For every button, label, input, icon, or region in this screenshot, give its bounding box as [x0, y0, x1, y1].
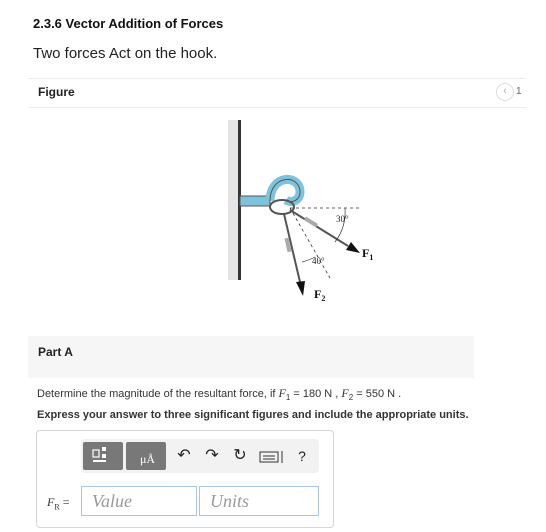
angle-40-label: 40°	[312, 256, 325, 266]
keyboard-button[interactable]	[257, 443, 287, 469]
svg-text:μÅ: μÅ	[140, 452, 155, 466]
part-a-header: Part A	[28, 336, 474, 378]
figure-label: Figure	[38, 85, 75, 99]
redo-button[interactable]: ↷	[199, 443, 225, 469]
instruction-text: Express your answer to three significant…	[37, 409, 469, 421]
question-text: Determine the magnitude of the resultant…	[37, 386, 402, 403]
hook-ring	[269, 199, 295, 215]
f1-label: F1	[362, 246, 373, 262]
units-input[interactable]	[199, 486, 319, 516]
units-icon: μÅ	[140, 452, 155, 466]
angle-30-label: 30°	[336, 214, 349, 224]
section-title: 2.3.6 Vector Addition of Forces	[33, 16, 224, 31]
hook-figure: 30° 40° F1 F2	[228, 120, 373, 303]
units-button[interactable]: μÅ	[126, 442, 166, 470]
f2-cable	[283, 213, 301, 283]
figure-pager: 1	[516, 86, 522, 97]
undo-button[interactable]: ↶	[171, 443, 197, 469]
reset-icon: ↻	[233, 447, 247, 464]
wall-hatch	[228, 120, 238, 280]
chevron-left-icon: ‹	[503, 85, 507, 97]
part-a-label: Part A	[38, 345, 73, 359]
help-button[interactable]: ?	[289, 443, 315, 469]
templates-button[interactable]	[83, 442, 123, 470]
f2-label: F2	[314, 287, 325, 303]
f2-arrowhead	[296, 281, 305, 296]
math-toolbar: μÅ ↶ ↷ ↻ ?	[81, 439, 319, 473]
f1-arrowhead	[346, 242, 360, 253]
intro-text: Two forces Act on the hook.	[33, 45, 218, 62]
reset-button[interactable]: ↻	[227, 443, 253, 469]
undo-icon: ↶	[177, 447, 191, 464]
value-input[interactable]	[81, 486, 197, 516]
templates-icon	[92, 447, 106, 462]
keyboard-icon	[259, 451, 283, 463]
answer-box: μÅ ↶ ↷ ↻ ? FR =	[36, 430, 334, 528]
figure-header: Figure ‹ 1	[28, 78, 526, 108]
help-icon: ?	[298, 448, 306, 464]
previous-figure-button[interactable]: ‹	[496, 83, 514, 101]
redo-icon: ↷	[205, 447, 219, 464]
fr-label: FR =	[47, 495, 70, 512]
